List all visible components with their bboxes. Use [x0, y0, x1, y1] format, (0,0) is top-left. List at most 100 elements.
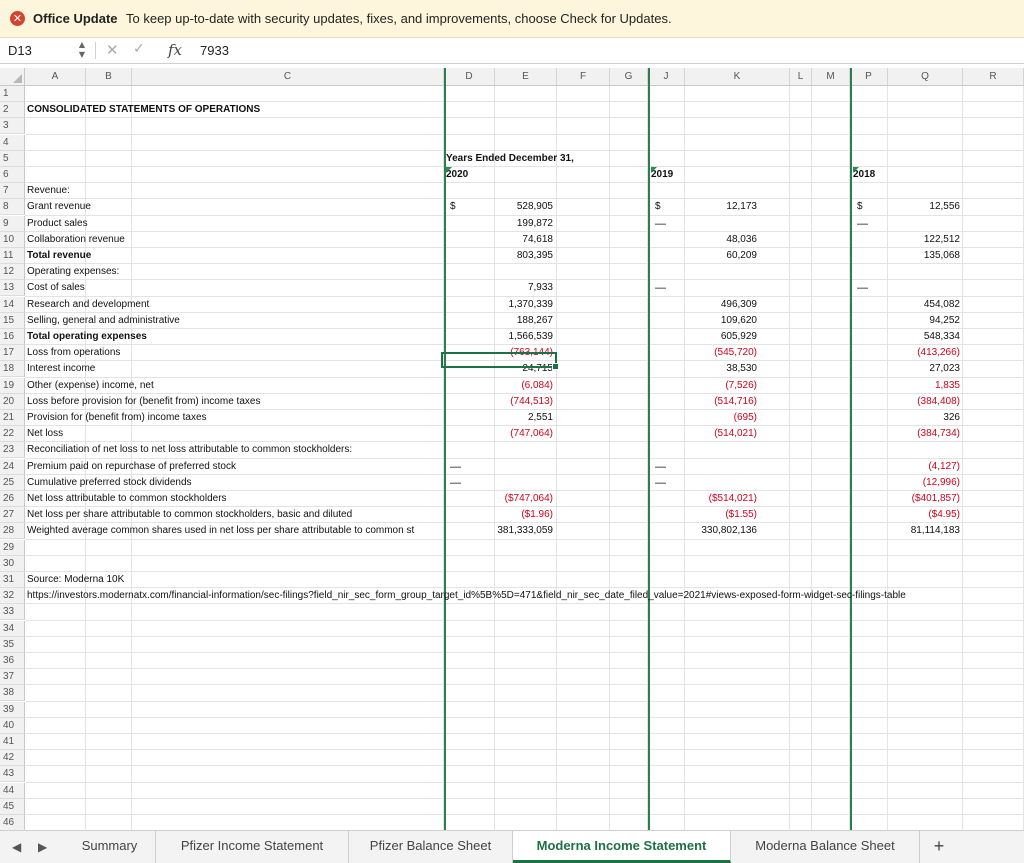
cell-cumulative-div[interactable]: Cumulative preferred stock dividends [27, 475, 192, 491]
cell-grant-revenue[interactable]: Grant revenue [27, 199, 91, 215]
cell-interest-income[interactable]: 27,023 [840, 361, 960, 377]
row-header-16[interactable]: 16 [0, 329, 25, 345]
row-header-36[interactable]: 36 [0, 653, 25, 669]
row-header-18[interactable]: 18 [0, 361, 25, 378]
cell-premium-paid[interactable]: (4,127) [840, 459, 960, 475]
cell-loss-ops[interactable]: Loss from operations [27, 345, 120, 361]
row-header-39[interactable]: 39 [0, 701, 25, 718]
row-header-4[interactable]: 4 [0, 134, 25, 151]
cell-url[interactable]: https://investors.modernatx.com/financia… [27, 588, 906, 604]
row-header-8[interactable]: 8 [0, 199, 25, 216]
row-header-33[interactable]: 33 [0, 604, 25, 621]
row-header-32[interactable]: 32 [0, 588, 25, 605]
cell-sga[interactable]: 109,620 [637, 313, 757, 329]
cell-interest-income[interactable]: 38,530 [637, 361, 757, 377]
cell-other-income[interactable]: (6,084) [433, 378, 553, 394]
row-header-25[interactable]: 25 [0, 474, 25, 491]
add-sheet-button[interactable]: + [924, 831, 954, 863]
cell-dash[interactable]: — [655, 459, 666, 475]
row-header-29[interactable]: 29 [0, 539, 25, 556]
column-header-p[interactable]: P [850, 68, 888, 86]
cell-dash[interactable]: — [857, 216, 868, 232]
row-header-44[interactable]: 44 [0, 782, 25, 799]
cell-sga[interactable]: Selling, general and administrative [27, 313, 180, 329]
row-header-3[interactable]: 3 [0, 118, 25, 135]
row-header-24[interactable]: 24 [0, 458, 25, 475]
cell-net-loss-attr[interactable]: ($401,857) [840, 491, 960, 507]
cell-net-loss[interactable]: Net loss [27, 426, 63, 442]
cell-dash[interactable]: — [857, 280, 868, 296]
row-header-10[interactable]: 10 [0, 231, 25, 248]
cell-eps[interactable]: ($1.96) [433, 507, 553, 523]
cell-dash[interactable]: — [450, 475, 461, 491]
cell-sga[interactable]: 94,252 [840, 313, 960, 329]
cell-weighted[interactable]: 81,114,183 [840, 523, 960, 539]
cell-loss-before-tax[interactable]: (384,408) [840, 394, 960, 410]
row-header-34[interactable]: 34 [0, 620, 25, 637]
column-header-j[interactable]: J [648, 68, 685, 86]
row-header-21[interactable]: 21 [0, 410, 25, 426]
row-header-17[interactable]: 17 [0, 345, 25, 362]
confirm-icon[interactable]: ✓ [133, 41, 145, 57]
row-header-41[interactable]: 41 [0, 734, 25, 750]
row-header-30[interactable]: 30 [0, 555, 25, 572]
cell-provision[interactable]: Provision for (benefit from) income taxe… [27, 410, 207, 426]
spreadsheet-grid[interactable]: ABCDEFGJKLMPQR 1 2 3 4 5 6 7 8 9 10 11 12 13 14 15 16 17… [0, 68, 1024, 832]
cell-grant-revenue[interactable]: 12,556 [840, 199, 960, 215]
cell-total-revenue[interactable]: 803,395 [433, 248, 553, 264]
row-header-40[interactable]: 40 [0, 717, 25, 734]
cell-collab-revenue[interactable]: Collaboration revenue [27, 232, 125, 248]
cell-loss-ops[interactable]: (545,720) [637, 345, 757, 361]
name-box[interactable]: D13 [8, 41, 88, 60]
cell-total-revenue[interactable]: 135,068 [840, 248, 960, 264]
column-header-f[interactable]: F [557, 68, 610, 86]
row-header-9[interactable]: 9 [0, 215, 25, 232]
row-header-37[interactable]: 37 [0, 669, 25, 686]
cell-dash[interactable]: — [655, 475, 666, 491]
cell-dash[interactable]: — [655, 280, 666, 296]
cell-reconciliation[interactable]: Reconciliation of net loss to net loss a… [27, 442, 352, 458]
row-header-23[interactable]: 23 [0, 442, 25, 459]
cell-revenue[interactable]: Revenue: [27, 183, 70, 199]
row-header-19[interactable]: 19 [0, 377, 25, 394]
row-header-28[interactable]: 28 [0, 523, 25, 540]
row-header-7[interactable]: 7 [0, 183, 25, 200]
cell-total-opex[interactable]: 548,334 [840, 329, 960, 345]
cell-rnd[interactable]: 496,309 [637, 297, 757, 313]
column-header-k[interactable]: K [685, 68, 790, 86]
row-header-15[interactable]: 15 [0, 312, 25, 329]
cell-total-revenue[interactable]: Total revenue [27, 248, 91, 264]
column-header-r[interactable]: R [963, 68, 1024, 86]
row-header-22[interactable]: 22 [0, 426, 25, 443]
select-all-corner[interactable] [0, 68, 25, 86]
cell-total-revenue[interactable]: 60,209 [637, 248, 757, 264]
cell-total-opex[interactable]: 1,566,539 [433, 329, 554, 345]
cell-net-loss-attr[interactable]: Net loss attributable to common stockhol… [27, 491, 227, 507]
cell-net-loss[interactable]: (514,021) [637, 426, 757, 442]
cell-total-opex[interactable]: 605,929 [637, 329, 757, 345]
row-header-46[interactable]: 46 [0, 815, 25, 831]
selected-cell-d13[interactable] [441, 352, 559, 370]
row-header-35[interactable]: 35 [0, 636, 25, 653]
row-header-11[interactable]: 11 [0, 248, 25, 264]
tab-pfizer-income-statement[interactable]: Pfizer Income Statement [156, 831, 349, 863]
tab-next-icon[interactable]: ▶ [38, 840, 47, 854]
cell-cumulative-div[interactable]: (12,996) [840, 475, 960, 491]
cell-collab-revenue[interactable]: 122,512 [840, 232, 960, 248]
row-header-26[interactable]: 26 [0, 491, 25, 507]
row-header-13[interactable]: 13 [0, 280, 25, 297]
cell-eps[interactable]: ($1.55) [637, 507, 757, 523]
cell-product-sales[interactable]: Product sales [27, 216, 88, 232]
row-header-1[interactable]: 1 [0, 86, 25, 102]
cell-operating-expenses[interactable]: Operating expenses: [27, 264, 119, 280]
row-header-12[interactable]: 12 [0, 264, 25, 281]
cell-cost-of-sales[interactable]: Cost of sales [27, 280, 85, 296]
cell-rnd[interactable]: Research and development [27, 297, 149, 313]
column-header-e[interactable]: E [495, 68, 557, 86]
cell-interest-income[interactable]: Interest income [27, 361, 95, 377]
cell-grant-revenue[interactable]: 528,905 [433, 199, 553, 215]
column-header-m[interactable]: M [812, 68, 850, 86]
cell-cost-of-sales[interactable]: 7,933 [433, 280, 553, 296]
cell-rnd[interactable]: 454,082 [840, 297, 960, 313]
cell-provision[interactable]: (695) [637, 410, 757, 426]
